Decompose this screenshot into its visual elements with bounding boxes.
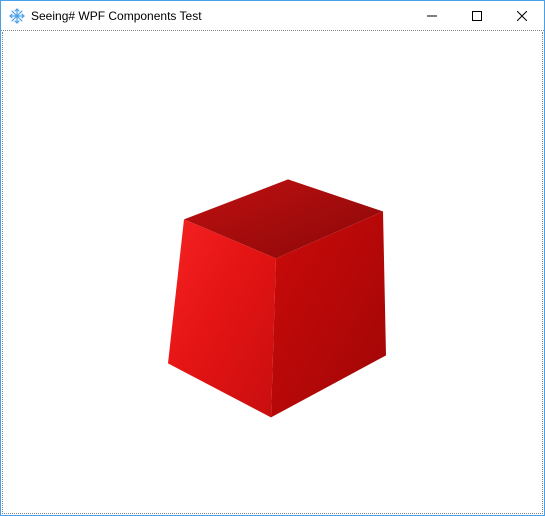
close-icon [517,11,527,21]
app-window: Seeing# WPF Components Test [0,0,545,516]
rendered-cube [138,155,408,435]
snowflake-app-icon [9,8,25,24]
window-title: Seeing# WPF Components Test [31,9,202,23]
window-controls [409,1,544,30]
titlebar-left: Seeing# WPF Components Test [1,8,202,24]
minimize-button[interactable] [409,1,454,30]
titlebar[interactable]: Seeing# WPF Components Test [1,1,544,31]
render-viewport-3d[interactable] [3,32,542,513]
minimize-icon [427,11,437,21]
client-area [2,32,543,514]
maximize-button[interactable] [454,1,499,30]
close-button[interactable] [499,1,544,30]
maximize-icon [472,11,482,21]
